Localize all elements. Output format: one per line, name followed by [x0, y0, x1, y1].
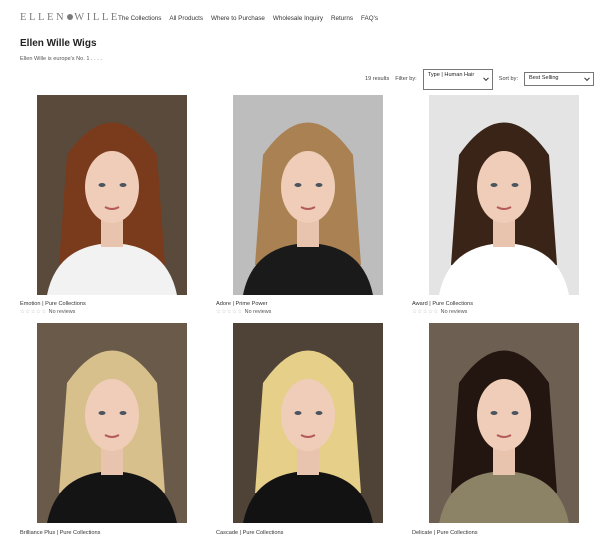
sort-label: Sort by:: [498, 76, 518, 82]
product-image[interactable]: [429, 95, 579, 295]
star-rating-icon: ☆☆☆☆☆: [216, 309, 243, 315]
eye-right: [511, 183, 519, 187]
product-card[interactable]: Award | Pure Collections ☆☆☆☆☆ No reviews: [412, 95, 604, 323]
product-card[interactable]: Emotion | Pure Collections ☆☆☆☆☆ No revie…: [20, 95, 216, 323]
product-card[interactable]: Adore | Prime Power ☆☆☆☆☆ No reviews: [216, 95, 412, 323]
results-count: 19 results: [365, 76, 390, 82]
product-rating: ☆☆☆☆☆ No reviews: [20, 309, 75, 315]
eye-right: [119, 411, 127, 415]
product-image[interactable]: [233, 95, 383, 295]
nav-link-collections[interactable]: The Collections: [118, 15, 161, 22]
eye-left: [490, 411, 498, 415]
chevron-down-icon: [584, 75, 590, 82]
product-image[interactable]: [233, 323, 383, 523]
reviews-text: No reviews: [244, 309, 272, 315]
product-photo: [233, 95, 383, 295]
product-photo: [429, 323, 579, 523]
product-photo: [429, 95, 579, 295]
product-rating: ☆☆☆☆☆ No reviews: [412, 309, 467, 315]
product-title[interactable]: Cascade | Pure Collections: [216, 530, 283, 536]
eye-right: [315, 183, 323, 187]
face-shape: [281, 151, 335, 223]
eye-left: [98, 183, 106, 187]
site-header: ELLEN WILLE The Collections All Products …: [0, 0, 604, 36]
nav-link-wholesale[interactable]: Wholesale Inquiry: [273, 15, 323, 22]
nav-link-where-to-purchase[interactable]: Where to Purchase: [211, 15, 265, 22]
filter-label: Filter by:: [395, 76, 417, 82]
star-rating-icon: ☆☆☆☆☆: [20, 309, 47, 315]
nav-link-faqs[interactable]: FAQ's: [361, 15, 378, 22]
product-image[interactable]: [37, 95, 187, 295]
face-shape: [281, 379, 335, 451]
collection-toolbar: 19 results Filter by: Type | Human Hair …: [365, 68, 594, 90]
chevron-down-icon: [482, 75, 489, 82]
eye-right: [315, 411, 323, 415]
sort-select-value: Best Selling: [529, 75, 559, 81]
face-shape: [477, 379, 531, 451]
product-grid: Emotion | Pure Collections ☆☆☆☆☆ No revie…: [20, 95, 596, 538]
page-description: Ellen Wille is europe's No. 1 . . . .: [20, 56, 102, 62]
product-title[interactable]: Award | Pure Collections: [412, 301, 473, 307]
nav-link-returns[interactable]: Returns: [331, 15, 353, 22]
product-title[interactable]: Emotion | Pure Collections: [20, 301, 86, 307]
main-nav: The Collections All Products Where to Pu…: [118, 15, 378, 22]
product-photo: [233, 323, 383, 523]
face-shape: [85, 151, 139, 223]
filter-select[interactable]: Type | Human Hair: [422, 68, 493, 90]
star-rating-icon: ☆☆☆☆☆: [412, 309, 439, 315]
reviews-text: No reviews: [440, 309, 468, 315]
eye-left: [294, 411, 302, 415]
sort-select[interactable]: Best Selling: [524, 72, 594, 86]
eye-left: [490, 183, 498, 187]
product-card[interactable]: Cascade | Pure Collections: [216, 323, 412, 538]
logo-text-left: ELLEN: [20, 12, 67, 23]
product-rating: ☆☆☆☆☆ No reviews: [216, 309, 271, 315]
reviews-text: No reviews: [48, 309, 76, 315]
logo-text-right: WILLE: [74, 12, 120, 23]
product-card[interactable]: Delicate | Pure Collections: [412, 323, 604, 538]
brand-logo[interactable]: ELLEN WILLE: [20, 12, 120, 23]
eye-left: [294, 183, 302, 187]
face-shape: [85, 379, 139, 451]
face-shape: [477, 151, 531, 223]
filter-select-value: Type | Human Hair: [427, 71, 475, 78]
page-title: Ellen Wille Wigs: [20, 38, 97, 49]
product-image[interactable]: [429, 323, 579, 523]
nav-link-all-products[interactable]: All Products: [169, 15, 203, 22]
product-photo: [37, 323, 187, 523]
product-photo: [37, 95, 187, 295]
eye-right: [511, 411, 519, 415]
logo-dot-icon: [67, 14, 74, 21]
product-title[interactable]: Delicate | Pure Collections: [412, 530, 478, 536]
product-title[interactable]: Brilliance Plus | Pure Collections: [20, 530, 100, 536]
eye-right: [119, 183, 127, 187]
product-image[interactable]: [37, 323, 187, 523]
product-card[interactable]: Brilliance Plus | Pure Collections: [20, 323, 216, 538]
eye-left: [98, 411, 106, 415]
product-title[interactable]: Adore | Prime Power: [216, 301, 268, 307]
